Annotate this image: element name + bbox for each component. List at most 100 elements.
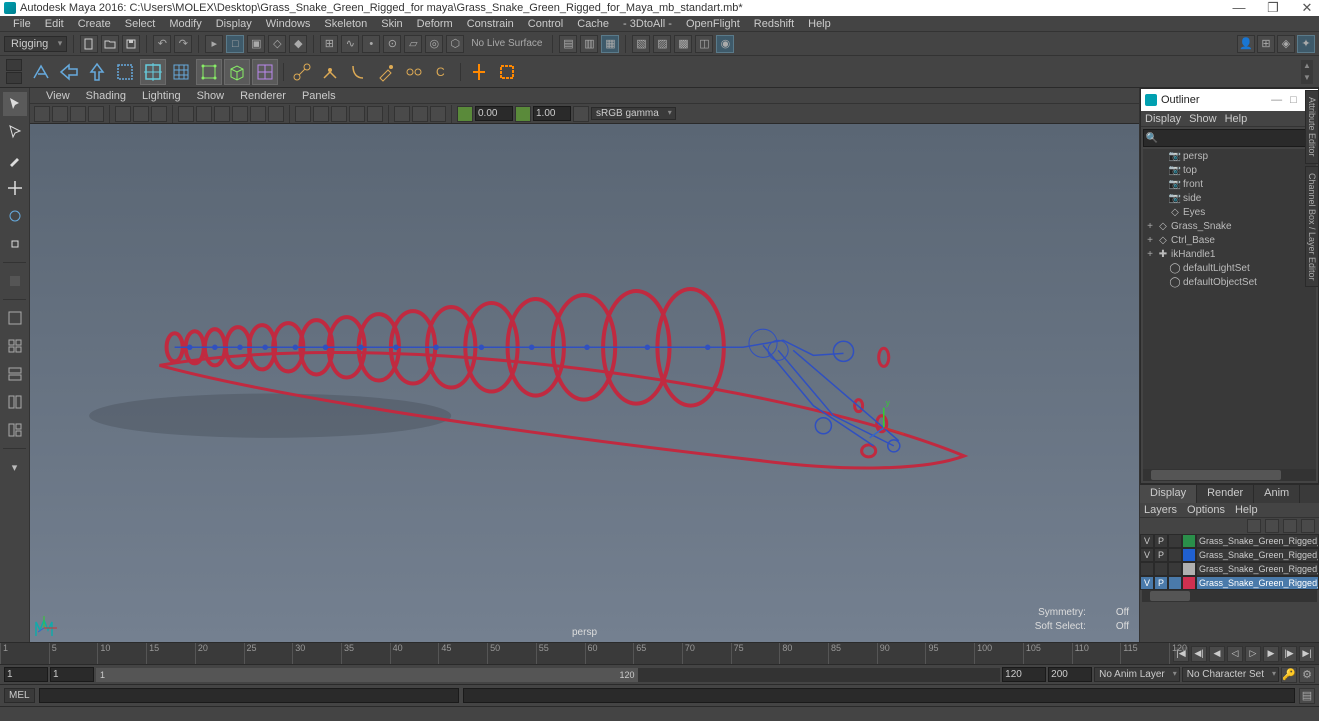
layer-visibility-toggle[interactable]: V xyxy=(1140,576,1154,590)
menu-create[interactable]: Create xyxy=(71,18,118,30)
outliner-max-button[interactable]: □ xyxy=(1290,94,1297,107)
outliner-menu-help[interactable]: Help xyxy=(1225,113,1248,125)
menu-skin[interactable]: Skin xyxy=(374,18,409,30)
snap-point-button[interactable]: • xyxy=(362,35,380,53)
expand-icon[interactable]: + xyxy=(1145,221,1155,232)
play-back-button[interactable]: ◁ xyxy=(1227,646,1243,662)
shelf-tabs[interactable] xyxy=(6,59,22,84)
layer-tab-render[interactable]: Render xyxy=(1197,485,1254,503)
make-live-button[interactable]: ⬡ xyxy=(446,35,464,53)
shelf-skin-button[interactable] xyxy=(345,59,371,85)
pt-textured[interactable] xyxy=(331,106,347,122)
outliner-tree[interactable]: 📷persp 📷top 📷front 📷side ◇Eyes +◇Grass_S… xyxy=(1143,149,1316,469)
hypershade-button[interactable]: ◫ xyxy=(695,35,713,53)
shelf-select-all-button[interactable] xyxy=(28,59,54,85)
menu-control[interactable]: Control xyxy=(521,18,570,30)
shelf-cluster-button[interactable]: C xyxy=(429,59,455,85)
snap-plane-button[interactable]: ▱ xyxy=(404,35,422,53)
layer-row[interactable]: VPGrass_Snake_Green_Rigged_bon xyxy=(1140,548,1319,562)
layer-color-swatch[interactable] xyxy=(1182,576,1196,590)
four-view-button[interactable] xyxy=(3,334,27,358)
pt-colorspace-dropdown[interactable]: sRGB gamma xyxy=(591,107,676,120)
layer-playback-toggle[interactable]: P xyxy=(1154,548,1168,562)
select-mask-button[interactable]: ◇ xyxy=(268,35,286,53)
pt-shaded[interactable] xyxy=(313,106,329,122)
outliner-search[interactable]: 🔍 xyxy=(1143,129,1316,147)
ipr-button[interactable]: ▧ xyxy=(632,35,650,53)
character-set-dropdown[interactable]: No Character Set xyxy=(1182,667,1279,682)
pt-grease[interactable] xyxy=(151,106,167,122)
autokey-button[interactable]: 🔑 xyxy=(1281,667,1297,683)
select-mask2-button[interactable]: ◆ xyxy=(289,35,307,53)
layer-display-type[interactable] xyxy=(1168,576,1182,590)
layout-more-button[interactable]: ▾ xyxy=(3,455,27,479)
viewport-persp[interactable]: y persp Symmetry:Off Soft Select:Off xyxy=(30,124,1139,642)
outliner-menu-show[interactable]: Show xyxy=(1189,113,1217,125)
pt-gate-mask[interactable] xyxy=(232,106,248,122)
shelf-lattice-button[interactable] xyxy=(196,59,222,85)
outliner-scrollbar[interactable] xyxy=(1143,469,1316,481)
script-editor-button[interactable]: ▤ xyxy=(1299,688,1315,704)
pt-safe[interactable] xyxy=(268,106,284,122)
menu-constrain[interactable]: Constrain xyxy=(460,18,521,30)
layer-up-button[interactable] xyxy=(1283,519,1297,533)
pt-exposure-toggle[interactable] xyxy=(457,106,473,122)
tab-channel-box[interactable]: Channel Box / Layer Editor xyxy=(1305,166,1319,288)
menu-edit[interactable]: Edit xyxy=(38,18,71,30)
layer-visibility-toggle[interactable]: V xyxy=(1140,548,1154,562)
anim-layer-dropdown[interactable]: No Anim Layer xyxy=(1094,667,1180,682)
shelf-key-button[interactable] xyxy=(466,59,492,85)
shelf-lattice2-button[interactable] xyxy=(252,59,278,85)
range-end-inner[interactable] xyxy=(1002,667,1046,682)
open-scene-button[interactable] xyxy=(101,35,119,53)
play-fwd-button[interactable]: ▷ xyxy=(1245,646,1261,662)
layer-new-empty-button[interactable] xyxy=(1265,519,1279,533)
play-prevkey-button[interactable]: ◀| xyxy=(1191,646,1207,662)
select-by-component-button[interactable]: ▣ xyxy=(247,35,265,53)
layer-visibility-toggle[interactable] xyxy=(1140,562,1154,576)
pt-shadows[interactable] xyxy=(367,106,383,122)
pt-wireframe[interactable] xyxy=(295,106,311,122)
panel-menu-renderer[interactable]: Renderer xyxy=(232,90,294,102)
render-globals-button[interactable]: ◉ xyxy=(716,35,734,53)
shelf-select-hier-button[interactable] xyxy=(56,59,82,85)
menu-windows[interactable]: Windows xyxy=(259,18,318,30)
range-end-outer[interactable] xyxy=(1048,667,1092,682)
menu-3dtoall[interactable]: - 3DtoAll - xyxy=(616,18,679,30)
menu-cache[interactable]: Cache xyxy=(570,18,616,30)
shelf-joint-button[interactable] xyxy=(289,59,315,85)
shelf-key-tangent-button[interactable] xyxy=(494,59,520,85)
layer-visibility-toggle[interactable]: V xyxy=(1140,534,1154,548)
shelf-center-pivot-button[interactable] xyxy=(140,59,166,85)
time-slider[interactable]: 1510152025303540455055606570758085909510… xyxy=(0,642,1319,664)
layer-row[interactable]: VPGrass_Snake_Green_Rigged_con xyxy=(1140,576,1319,590)
lasso-tool[interactable] xyxy=(3,120,27,144)
shelf-invert-button[interactable] xyxy=(84,59,110,85)
layer-display-type[interactable] xyxy=(1168,548,1182,562)
menu-select[interactable]: Select xyxy=(118,18,163,30)
maximize-button[interactable]: ❐ xyxy=(1265,0,1281,16)
pt-image-plane[interactable] xyxy=(115,106,131,122)
pt-xray-joint[interactable] xyxy=(430,106,446,122)
shelf-grid-snap-button[interactable] xyxy=(168,59,194,85)
save-scene-button[interactable] xyxy=(122,35,140,53)
pt-lock-cam[interactable] xyxy=(52,106,68,122)
snap-center-button[interactable]: ⊙ xyxy=(383,35,401,53)
panel-menu-panels[interactable]: Panels xyxy=(294,90,344,102)
panel-menu-view[interactable]: View xyxy=(38,90,78,102)
layout3-button[interactable] xyxy=(3,418,27,442)
mode-dropdown[interactable]: Rigging xyxy=(4,36,67,52)
last-tool[interactable] xyxy=(3,269,27,293)
shelf-ik-button[interactable] xyxy=(317,59,343,85)
layer-down-button[interactable] xyxy=(1301,519,1315,533)
snap-curve-button[interactable]: ∿ xyxy=(341,35,359,53)
expand-icon[interactable]: + xyxy=(1145,235,1155,246)
outliner-min-button[interactable]: — xyxy=(1271,94,1282,107)
layer-menu-help[interactable]: Help xyxy=(1235,504,1258,516)
layer-playback-toggle[interactable]: P xyxy=(1154,576,1168,590)
render-view-button[interactable]: ▩ xyxy=(674,35,692,53)
pt-select-cam[interactable] xyxy=(34,106,50,122)
layer-playback-toggle[interactable]: P xyxy=(1154,534,1168,548)
marking-menu-button[interactable]: ⊞ xyxy=(1257,35,1275,53)
render-settings-button[interactable]: ▨ xyxy=(653,35,671,53)
